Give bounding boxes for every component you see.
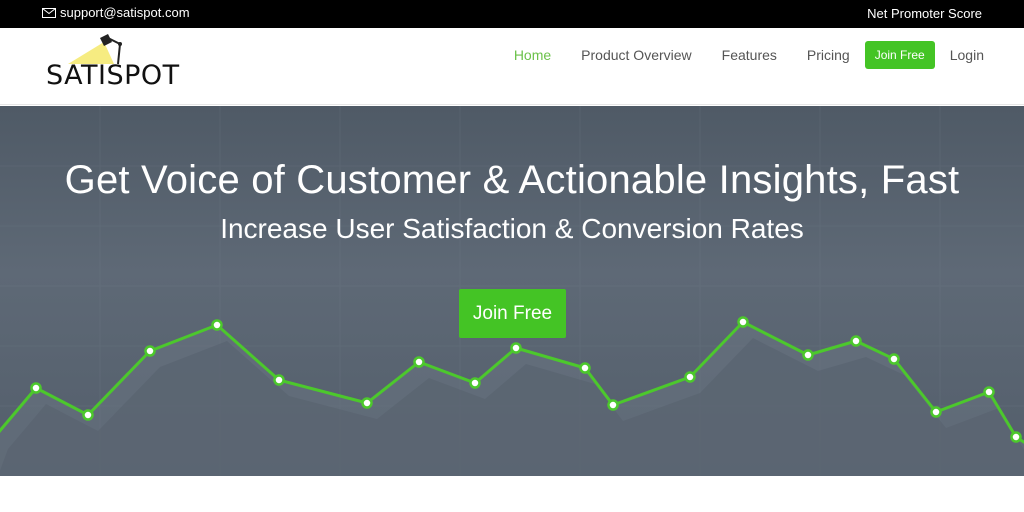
chart-point (850, 335, 862, 347)
satispot-logo[interactable]: SATISPOT (46, 34, 186, 94)
hero-section: Get Voice of Customer & Actionable Insig… (0, 106, 1024, 476)
hero-headline: Get Voice of Customer & Actionable Insig… (64, 158, 960, 202)
chart-point (361, 397, 373, 409)
chart-point (930, 406, 942, 418)
main-nav: Home Product Overview Features Pricing J… (484, 40, 984, 70)
chart-point (510, 342, 522, 354)
nav-login[interactable]: Login (950, 47, 984, 63)
support-email-text: support@satispot.com (60, 5, 190, 20)
hero-join-free-button[interactable]: Join Free (459, 289, 566, 338)
envelope-icon (42, 7, 56, 18)
nav-features[interactable]: Features (722, 47, 777, 63)
nav-join-free-button[interactable]: Join Free (864, 41, 935, 69)
top-bar: support@satispot.com Net Promoter Score (0, 0, 1024, 28)
hero-subheadline: Increase User Satisfaction & Conversion … (220, 213, 804, 244)
chart-point (737, 316, 749, 328)
chart-point (1010, 431, 1022, 443)
chart-point (82, 409, 94, 421)
chart-point (413, 356, 425, 368)
chart-point (888, 353, 900, 365)
chart-point (273, 374, 285, 386)
brand-wordmark: SATISPOT (46, 60, 180, 91)
chart-point (144, 345, 156, 357)
nav-home[interactable]: Home (514, 47, 551, 63)
nps-link[interactable]: Net Promoter Score (867, 6, 982, 21)
chart-point (607, 399, 619, 411)
site-header: SATISPOT Home Product Overview Features … (0, 28, 1024, 105)
chart-point (983, 386, 995, 398)
support-email-link[interactable]: support@satispot.com (42, 5, 190, 20)
chart-point (579, 362, 591, 374)
nav-product-overview[interactable]: Product Overview (581, 47, 691, 63)
chart-point (469, 377, 481, 389)
chart-point (30, 382, 42, 394)
chart-point (802, 349, 814, 361)
chart-point (684, 371, 696, 383)
chart-point (211, 319, 223, 331)
nav-pricing[interactable]: Pricing (807, 47, 850, 63)
